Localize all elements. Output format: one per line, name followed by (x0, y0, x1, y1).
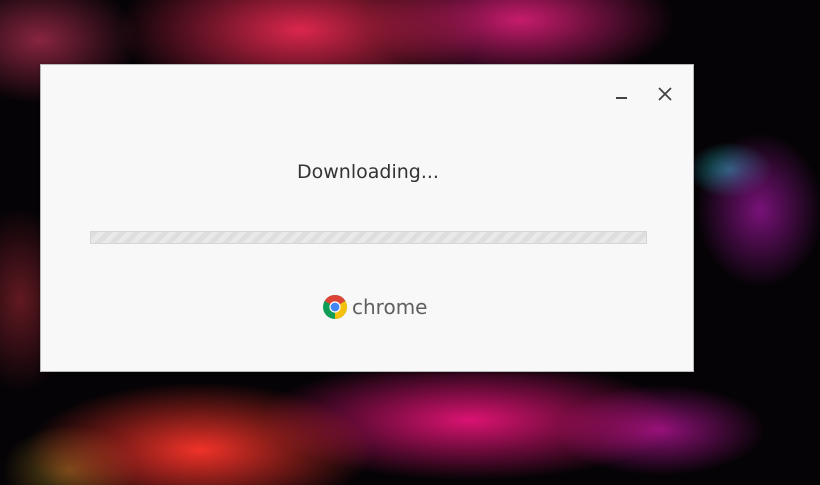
chrome-wordmark: chrome (352, 295, 428, 319)
close-icon (658, 87, 672, 101)
download-progress-bar (90, 231, 647, 244)
close-button[interactable] (654, 83, 676, 105)
chrome-installer-dialog: Downloading... chrome (40, 64, 694, 372)
chrome-branding: chrome (322, 294, 427, 320)
download-status-text: Downloading... (297, 161, 439, 183)
minimize-button[interactable] (611, 83, 633, 105)
chrome-logo-icon (323, 294, 348, 319)
minimize-icon (616, 97, 627, 99)
